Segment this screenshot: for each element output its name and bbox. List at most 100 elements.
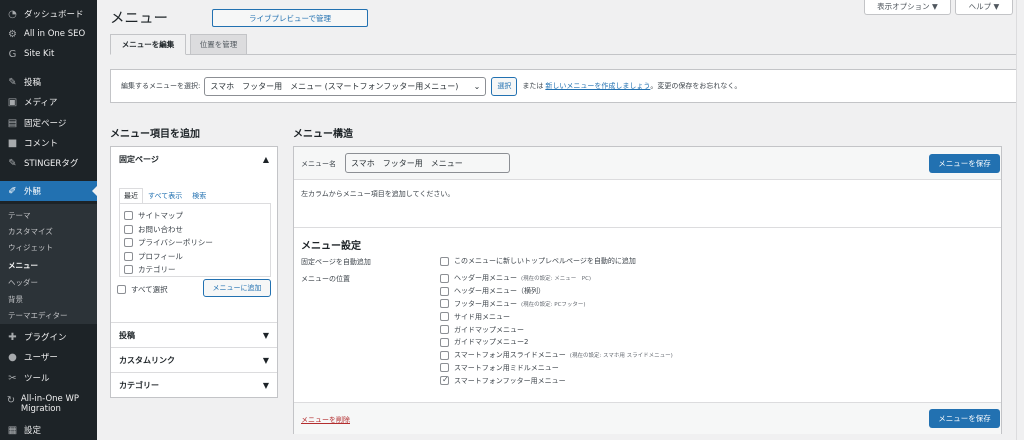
add-to-menu-button[interactable]: メニューに追加: [203, 279, 271, 297]
menu-structure-title: メニュー構造: [293, 129, 353, 140]
list-item[interactable]: お問い合わせ: [124, 223, 266, 237]
menu-name-input[interactable]: スマホ フッター用 メニュー: [345, 153, 510, 173]
save-menu-button-bottom[interactable]: メニューを保存: [929, 409, 1000, 428]
checkbox[interactable]: [440, 273, 449, 283]
checkbox[interactable]: [124, 224, 133, 234]
sidebar-item-settings[interactable]: ▦ 設定: [0, 420, 97, 440]
add-items-title: メニュー項目を追加: [110, 129, 200, 140]
sidebar-item-aioseo[interactable]: ⚙ All in One SEO: [0, 24, 97, 44]
checkbox[interactable]: [440, 299, 449, 309]
sidebar-item-tools[interactable]: ✂ ツール: [0, 368, 97, 388]
page-icon: ▤: [7, 117, 18, 129]
scrollbar[interactable]: [1016, 0, 1024, 440]
sidebar-item-plugins[interactable]: ✚ プラグイン: [0, 327, 97, 347]
live-preview-button[interactable]: ライブプレビューで管理: [212, 9, 368, 27]
posts-accordion-header[interactable]: 投稿 ▼: [111, 322, 277, 347]
comment-icon: ■: [7, 137, 18, 149]
user-icon: ●: [8, 351, 17, 363]
location-item[interactable]: ガイドマップメニュー: [440, 323, 673, 336]
location-item[interactable]: ヘッダー用メニュー (現在の設定: メニュー PC): [440, 272, 673, 285]
sidebar-item-appearance[interactable]: ✐ 外観: [0, 181, 97, 201]
location-item[interactable]: スマートフォン用スライドメニュー (現在の設定: スマホ用 スライドメニュー): [440, 349, 673, 362]
select-all[interactable]: すべて選択: [117, 283, 168, 297]
submenu-widgets[interactable]: ウィジェット: [8, 242, 53, 253]
tab-recent[interactable]: 最近: [119, 188, 143, 204]
arrow-down-icon: ▼: [262, 355, 269, 365]
gear-icon: ⚙: [8, 28, 17, 40]
delete-menu-link[interactable]: メニューを削除: [301, 415, 350, 425]
location-item[interactable]: ヘッダー用メニュー（横列）: [440, 285, 673, 298]
or-text: または: [522, 82, 544, 90]
auto-add-option[interactable]: このメニューに新しいトップレベルページを自動的に追加: [440, 255, 636, 268]
submenu-background[interactable]: 背景: [8, 294, 23, 305]
page-title: メニュー: [110, 11, 168, 27]
create-menu-link[interactable]: 新しいメニューを作成しましょう: [545, 81, 650, 91]
pages-tabs: 最近 すべて表示 検索: [119, 188, 211, 204]
select-button[interactable]: 選択: [491, 76, 518, 96]
checkbox[interactable]: [124, 211, 133, 221]
sidebar-item-dashboard[interactable]: ◔ ダッシュボード: [0, 4, 97, 24]
select-all-checkbox[interactable]: [117, 285, 126, 295]
submenu-theme[interactable]: テーマ: [8, 210, 31, 221]
location-item[interactable]: サイド用メニュー: [440, 310, 673, 323]
list-item[interactable]: カテゴリー: [124, 263, 266, 277]
sidebar-item-comments[interactable]: ■ コメント: [0, 133, 97, 153]
add-items-accordion: 固定ページ ▲ 最近 すべて表示 検索 サイトマップ お問い合わせ プライバシーポ…: [110, 146, 278, 398]
location-label: メニューの位置: [301, 275, 350, 283]
tab-manage-locations[interactable]: 位置を管理: [190, 34, 247, 55]
menu-settings-title: メニュー設定: [301, 241, 361, 252]
tab-view-all[interactable]: すべて表示: [143, 188, 187, 204]
submenu-menus[interactable]: メニュー: [8, 260, 38, 271]
brush-icon: ✐: [8, 185, 17, 197]
menu-footer: メニューを削除 メニューを保存: [294, 402, 1001, 434]
custom-links-accordion-header[interactable]: カスタムリンク ▼: [111, 347, 277, 372]
checkbox[interactable]: [124, 238, 133, 248]
tab-search[interactable]: 検索: [187, 188, 211, 204]
checkbox[interactable]: [124, 265, 133, 275]
media-icon: ▣: [7, 96, 18, 108]
screen-options-button[interactable]: 表示オプション ▼: [864, 0, 951, 15]
list-item[interactable]: サイトマップ: [124, 209, 266, 223]
checkbox[interactable]: [440, 337, 449, 347]
arrow-up-icon: ▲: [262, 155, 269, 164]
checkbox[interactable]: [440, 325, 449, 335]
checkbox-checked[interactable]: [440, 375, 449, 386]
menu-select[interactable]: スマホ フッター用 メニュー (スマートフォンフッター用メニュー) ⌄: [204, 76, 487, 96]
sidebar-item-sitekit[interactable]: G Site Kit: [0, 44, 97, 64]
save-menu-button-top[interactable]: メニューを保存: [929, 154, 1000, 173]
sidebar-item-users[interactable]: ● ユーザー: [0, 347, 97, 367]
pages-accordion-header[interactable]: 固定ページ ▲: [111, 147, 277, 172]
sidebar-item-migration[interactable]: ↻ All-in-One WP Migration: [0, 391, 97, 421]
pin-icon: ✎: [8, 76, 17, 88]
location-item[interactable]: スマートフォン用ミドルメニュー: [440, 362, 673, 375]
checkbox[interactable]: [440, 350, 449, 360]
checkbox[interactable]: [440, 363, 449, 373]
wrench-icon: ✂: [8, 372, 17, 384]
settings-icon: ▦: [7, 424, 18, 436]
sidebar-item-pages[interactable]: ▤ 固定ページ: [0, 113, 97, 133]
location-item[interactable]: スマートフォンフッター用メニュー: [440, 374, 673, 387]
checkbox[interactable]: [440, 312, 449, 322]
select-menu-bar: 編集するメニューを選択: スマホ フッター用 メニュー (スマートフォンフッター…: [110, 69, 1020, 103]
instructions-text: 左カラムからメニュー項目を追加してください。: [301, 190, 455, 198]
submenu-theme-editor[interactable]: テーマエディター: [8, 310, 67, 321]
sidebar-item-posts[interactable]: ✎ 投稿: [0, 72, 97, 92]
list-item[interactable]: プライバシーポリシー: [124, 236, 266, 250]
menu-structure-panel: メニュー名 スマホ フッター用 メニュー メニューを保存 左カラムからメニュー項…: [293, 146, 1002, 434]
auto-add-checkbox[interactable]: [440, 256, 449, 266]
help-button[interactable]: ヘルプ ▼: [955, 0, 1013, 15]
arrow-down-icon: ▼: [262, 330, 269, 340]
location-item[interactable]: ガイドマップメニュー2: [440, 336, 673, 349]
checkbox[interactable]: [440, 286, 449, 296]
checkbox[interactable]: [124, 251, 133, 261]
location-item[interactable]: フッター用メニュー (現在の設定: PCフッター): [440, 298, 673, 311]
sidebar-item-stinger[interactable]: ✎ STINGERタグ: [0, 153, 97, 173]
menu-header: メニュー名 スマホ フッター用 メニュー メニューを保存: [294, 147, 1001, 180]
submenu-customize[interactable]: カスタマイズ: [8, 226, 53, 237]
auto-add-label: 固定ページを自動追加: [301, 258, 371, 266]
list-item[interactable]: プロフィール: [124, 250, 266, 264]
sidebar-item-media[interactable]: ▣ メディア: [0, 92, 97, 112]
categories-accordion-header[interactable]: カテゴリー ▼: [111, 372, 277, 397]
submenu-header[interactable]: ヘッダー: [8, 277, 38, 288]
tab-edit-menus[interactable]: メニューを編集: [110, 34, 186, 55]
